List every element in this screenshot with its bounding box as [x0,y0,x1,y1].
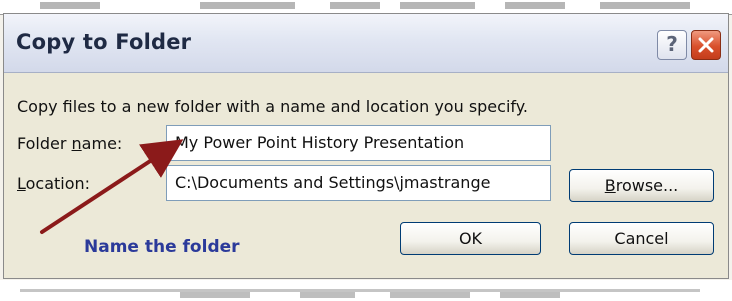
dialog-titlebar: Copy to Folder ? [4,14,728,73]
help-button[interactable]: ? [657,30,687,60]
dialog-description: Copy files to a new folder with a name a… [17,97,529,116]
folder-name-field[interactable]: My Power Point History Presentation [166,125,551,161]
screenshot-page: Copy to Folder ? Copy files to a new fol… [0,0,732,301]
location-label: Location: [17,174,91,193]
close-button[interactable] [691,30,721,60]
annotation-callout: Name the folder [84,237,240,257]
cancel-button[interactable]: Cancel [569,222,714,255]
browse-button[interactable]: Browse... [569,169,714,202]
location-access-key: L [17,174,26,193]
location-field[interactable]: C:\Documents and Settings\jmastrange [166,165,551,201]
folder-name-label: Folder name: [17,134,123,153]
copy-to-folder-dialog: Copy to Folder ? Copy files to a new fol… [3,13,729,279]
close-icon [698,37,714,53]
help-icon: ? [666,32,678,56]
ok-button[interactable]: OK [400,222,541,255]
document-background-bottom [0,280,732,301]
dialog-title: Copy to Folder [16,30,192,54]
folder-name-access-key: n [71,134,82,153]
